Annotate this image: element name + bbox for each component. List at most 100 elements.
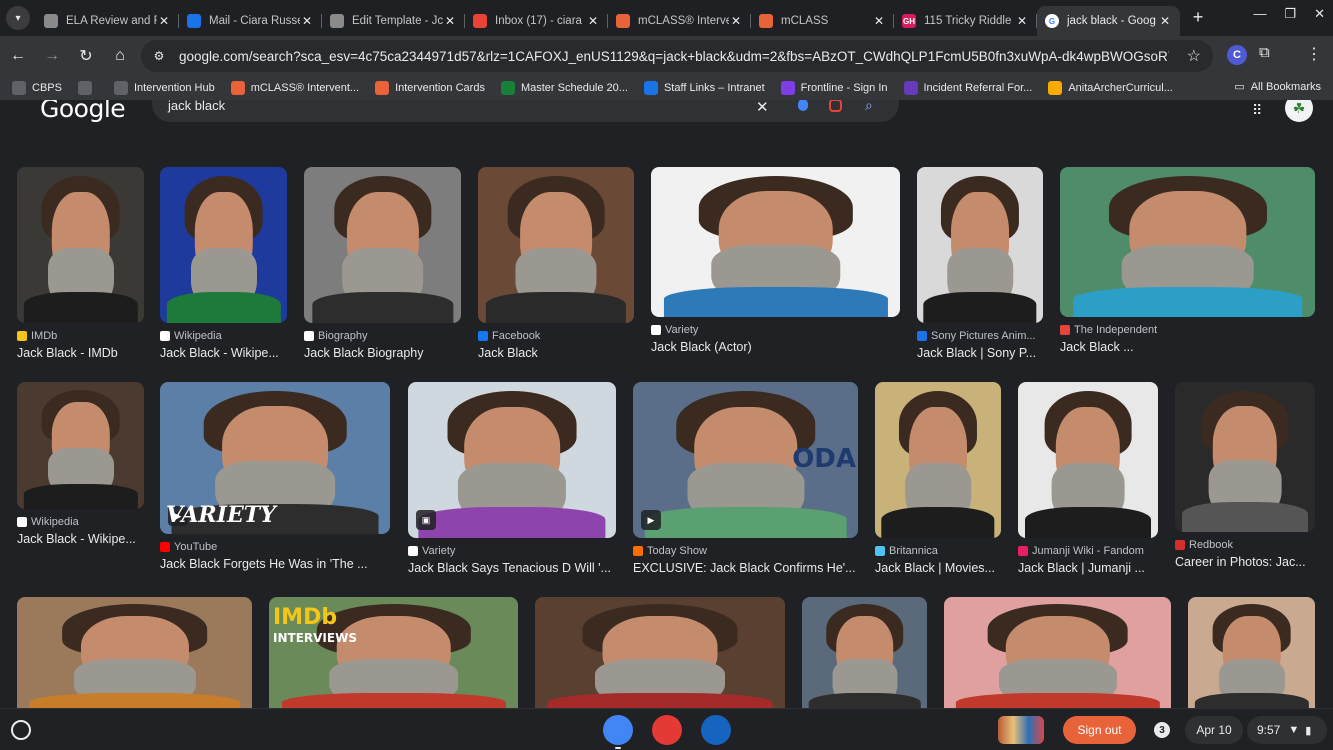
search-input[interactable]: jack black — [168, 100, 225, 113]
result-source[interactable]: Facebook — [478, 330, 634, 342]
image-result-card[interactable]: Jumanji Wiki - Fandom Jack Black | Jumanj… — [1018, 382, 1158, 575]
result-title[interactable]: Jack Black (Actor) — [651, 340, 900, 354]
browser-tab[interactable]: mCLASS ✕ — [751, 6, 894, 36]
address-url[interactable]: google.com/search?sca_esv=4c75ca2344971d… — [179, 49, 1169, 64]
result-source[interactable]: YouTube — [160, 541, 390, 553]
image-result-card[interactable]: IMDb INTERVIEWS — [269, 597, 518, 708]
image-result-card[interactable]: Redbook Career in Photos: Jac... — [1175, 382, 1315, 569]
browser-tab[interactable]: mCLASS® Interve ✕ — [608, 6, 751, 36]
result-title[interactable]: Jack Black ... — [1060, 340, 1315, 354]
google-logo[interactable]: Google — [40, 100, 126, 123]
result-source[interactable]: Jumanji Wiki - Fandom — [1018, 545, 1158, 557]
result-thumbnail[interactable] — [875, 382, 1001, 538]
image-result-card[interactable]: ▶ ODA Today Show EXCLUSIVE: Jack Black Conf… — [633, 382, 858, 575]
close-tab-icon[interactable]: ✕ — [872, 14, 886, 28]
result-thumbnail[interactable] — [1060, 167, 1315, 317]
bookmark-item[interactable]: mCLASS® Intervent... — [230, 81, 359, 95]
result-source[interactable]: Variety — [651, 324, 900, 336]
result-thumbnail[interactable] — [535, 597, 785, 708]
result-source[interactable]: Sony Pictures Anim... — [917, 330, 1043, 342]
result-title[interactable]: Jack Black | Sony P... — [917, 346, 1043, 360]
notification-count-badge[interactable]: 3 — [1154, 722, 1170, 738]
image-result-card[interactable]: Variety Jack Black (Actor) — [651, 167, 900, 354]
all-bookmarks-button[interactable]: ▭ All Bookmarks — [1234, 80, 1321, 94]
close-tab-icon[interactable]: ✕ — [1158, 14, 1172, 28]
result-title[interactable]: Jack Black | Movies... — [875, 561, 1001, 575]
result-thumbnail[interactable] — [478, 167, 634, 323]
result-thumbnail[interactable] — [802, 597, 927, 708]
voice-search-icon[interactable] — [798, 100, 808, 111]
bookmark-item[interactable]: Frontline - Sign In — [780, 81, 888, 95]
image-result-card[interactable]: ▶ VARIETY YouTube Jack Black Forgets He Was… — [160, 382, 390, 571]
bookmark-item[interactable]: CBPS — [12, 81, 62, 95]
result-source[interactable]: The Independent — [1060, 324, 1315, 336]
new-tab-button[interactable]: + — [1184, 3, 1212, 31]
browser-tab[interactable]: Inbox (17) - ciara ✕ — [465, 6, 608, 36]
result-title[interactable]: Jack Black - IMDb — [17, 346, 144, 360]
result-thumbnail[interactable] — [17, 597, 252, 708]
image-result-card[interactable]: Britannica Jack Black | Movies... — [875, 382, 1001, 575]
close-window-icon[interactable]: ✕ — [1314, 6, 1325, 22]
image-result-card[interactable] — [17, 597, 252, 708]
close-tab-icon[interactable]: ✕ — [586, 14, 600, 28]
result-thumbnail[interactable] — [944, 597, 1171, 708]
browser-menu-icon[interactable]: ⋮ — [1306, 44, 1322, 64]
close-tab-icon[interactable]: ✕ — [300, 14, 314, 28]
lens-icon[interactable] — [829, 100, 842, 112]
result-title[interactable]: Jack Black - Wikipe... — [17, 532, 144, 546]
restore-icon[interactable]: ❐ — [1284, 6, 1296, 22]
result-title[interactable]: Career in Photos: Jac... — [1175, 555, 1315, 569]
result-title[interactable]: Jack Black Biography — [304, 346, 461, 360]
bookmark-item[interactable] — [77, 81, 98, 95]
chrome-icon[interactable] — [603, 715, 633, 745]
result-title[interactable]: Jack Black Says Tenacious D Will '... — [408, 561, 616, 575]
close-tab-icon[interactable]: ✕ — [443, 14, 457, 28]
google-apps-icon[interactable]: ⠿ — [1252, 102, 1262, 119]
close-tab-icon[interactable]: ✕ — [1015, 14, 1029, 28]
image-result-card[interactable] — [1188, 597, 1315, 708]
status-tray[interactable]: 9:57 ▼ ▮ — [1247, 716, 1327, 744]
bookmark-item[interactable]: Intervention Cards — [375, 81, 485, 95]
result-thumbnail[interactable] — [17, 382, 144, 509]
bookmark-item[interactable]: AnitaArcherCurricul... — [1048, 81, 1173, 95]
image-result-card[interactable] — [535, 597, 785, 708]
outlook-icon[interactable] — [701, 715, 731, 745]
result-source[interactable]: Wikipedia — [17, 516, 144, 528]
image-result-card[interactable]: ▣ Variety Jack Black Says Tenacious D Will… — [408, 382, 616, 575]
extensions-icon[interactable]: ⧉ — [1259, 44, 1270, 61]
image-result-card[interactable]: Wikipedia Jack Black - Wikipe... — [160, 167, 287, 360]
search-box[interactable]: jack black ✕ ⌕ — [152, 100, 899, 122]
image-result-card[interactable] — [802, 597, 927, 708]
bookmark-star-icon[interactable]: ☆ — [1187, 46, 1201, 66]
address-bar[interactable]: ⚙ google.com/search?sca_esv=4c75ca234497… — [141, 40, 1213, 72]
tab-search-icon[interactable]: ▾ — [6, 6, 30, 30]
account-avatar[interactable]: ☘ — [1285, 100, 1313, 122]
result-source[interactable]: Redbook — [1175, 539, 1315, 551]
result-source[interactable]: Today Show — [633, 545, 858, 557]
browser-tab[interactable]: Mail - Ciara Russe ✕ — [179, 6, 322, 36]
result-title[interactable]: Jack Black — [478, 346, 634, 360]
profile-avatar[interactable]: C — [1227, 45, 1247, 65]
tray-thumbnail[interactable] — [998, 716, 1044, 744]
site-info-icon[interactable]: ⚙ — [147, 44, 171, 68]
bookmark-item[interactable]: Incident Referral For... — [903, 81, 1032, 95]
result-title[interactable]: EXCLUSIVE: Jack Black Confirms He'... — [633, 561, 858, 575]
result-thumbnail[interactable] — [17, 167, 144, 323]
result-source[interactable]: Britannica — [875, 545, 1001, 557]
date-pill[interactable]: Apr 10 — [1185, 716, 1243, 744]
bookmark-item[interactable]: Staff Links – Intranet — [643, 81, 765, 95]
bookmark-item[interactable]: Intervention Hub — [113, 81, 215, 95]
result-thumbnail[interactable] — [304, 167, 461, 323]
image-result-card[interactable]: Facebook Jack Black — [478, 167, 634, 360]
image-result-card[interactable] — [944, 597, 1171, 708]
sign-out-button[interactable]: Sign out — [1063, 716, 1136, 744]
result-title[interactable]: Jack Black | Jumanji ... — [1018, 561, 1158, 575]
close-tab-icon[interactable]: ✕ — [729, 14, 743, 28]
result-thumbnail[interactable] — [160, 167, 287, 323]
image-result-card[interactable]: Sony Pictures Anim... Jack Black | Sony P… — [917, 167, 1043, 360]
result-thumbnail[interactable] — [917, 167, 1043, 323]
result-source[interactable]: Variety — [408, 545, 616, 557]
image-result-card[interactable]: Wikipedia Jack Black - Wikipe... — [17, 382, 144, 546]
browser-tab[interactable]: GH 115 Tricky Riddle ✕ — [894, 6, 1037, 36]
launcher-icon[interactable] — [11, 720, 31, 740]
